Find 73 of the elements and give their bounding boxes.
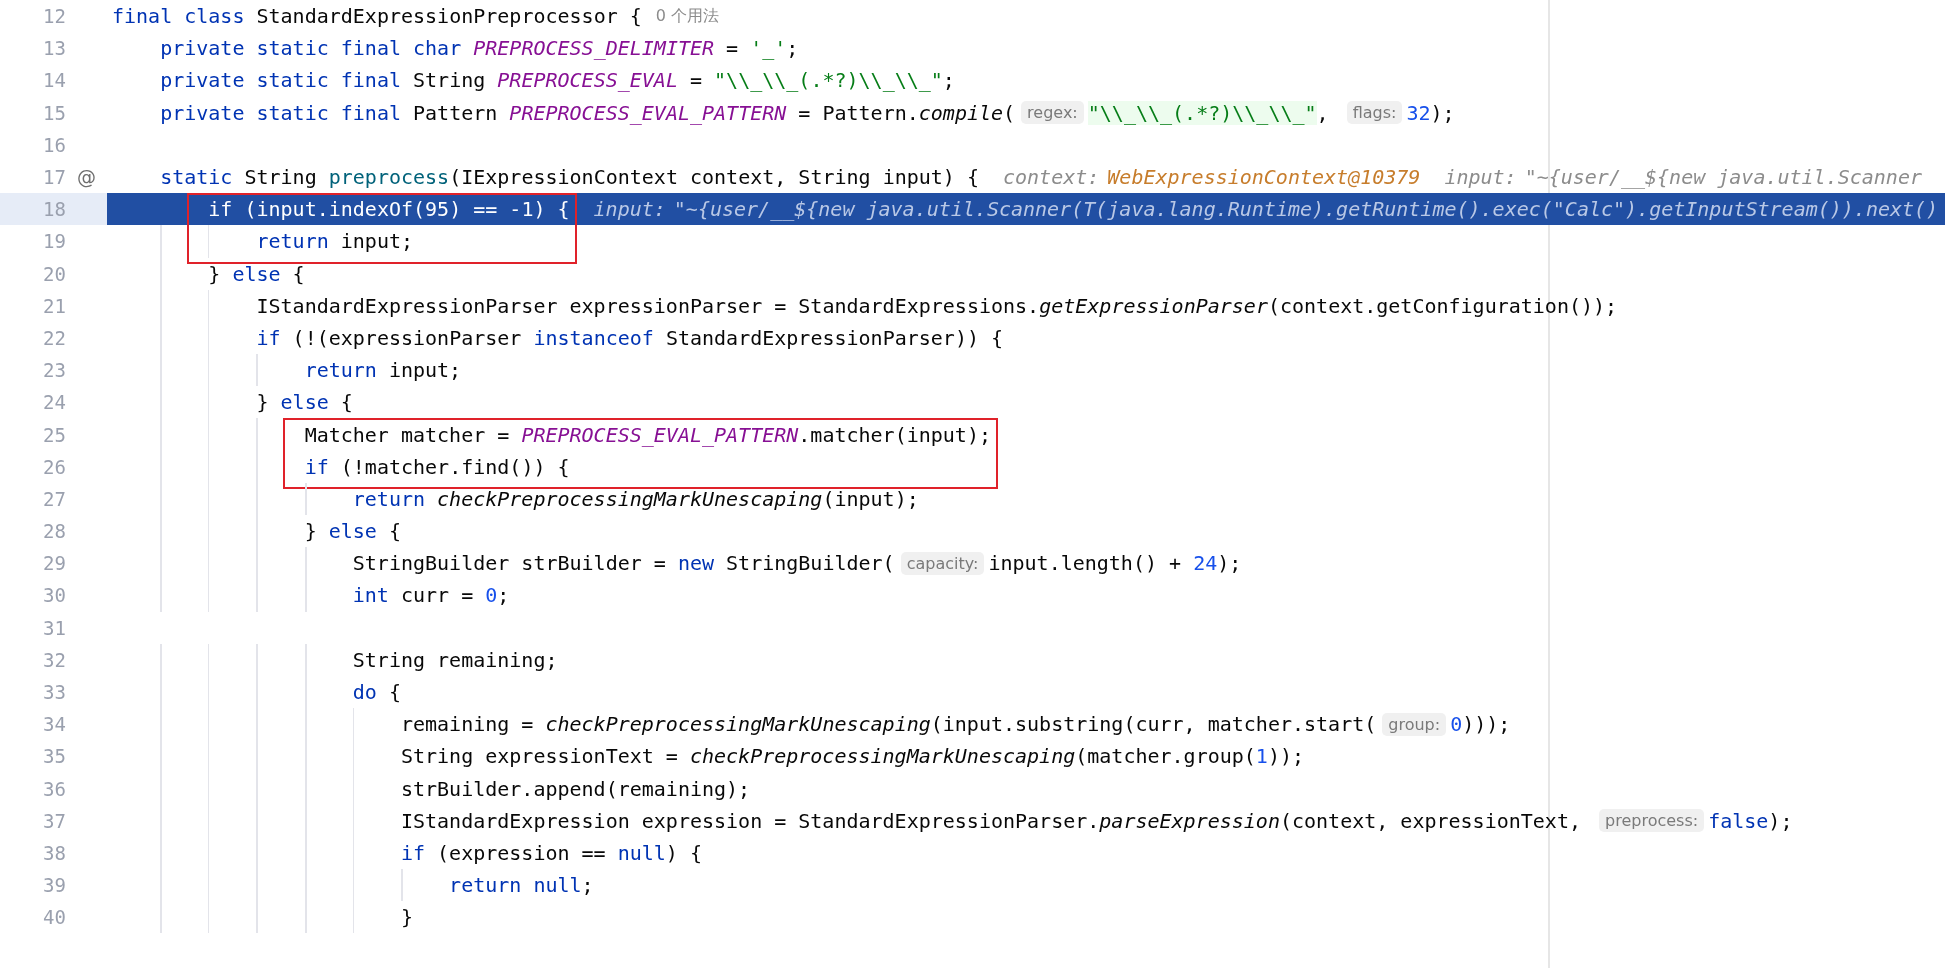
inlay-hint: capacity: [900,551,985,575]
line-number: 13 [42,37,66,60]
line-number: 20 [42,262,66,285]
code-text: if (input.indexOf(95) == -1) { [208,197,570,222]
code-text: } [400,905,413,930]
code-text: private static final String PREPROCESS_EVAL = "\\_\\_(.*?)\\_\\_"; [160,68,955,93]
line-number: 12 [42,5,66,28]
inlay-hint: group: [1382,712,1447,736]
code-text: if (!(expressionParser instanceof StandardExpressionParser)) { [256,325,1004,350]
line-number: 24 [42,391,66,414]
code-text: final class StandardExpressionPreprocessor { [112,4,642,29]
inlay-hint: regex: [1021,101,1084,125]
inlay-hint: flags: [1346,101,1403,125]
code-text: private static final char PREPROCESS_DELIMITER = '_'; [160,36,799,61]
line-number: 14 [42,69,66,92]
debug-label: input: [593,197,666,222]
code-text: private static final Pattern PREPROCESS_EVAL_PATTERN = Pattern.compile( [160,100,1016,125]
debug-value: WebExpressionContext@10379 [1107,165,1421,190]
debug-label: context: [1002,165,1100,190]
debug-label: input: [1444,165,1517,190]
line-number: 25 [42,423,66,446]
line-number: 35 [42,745,66,768]
code-text: return checkPreprocessingMarkUnescaping(input); [352,486,919,511]
line-number: 29 [42,552,66,575]
code-text: static String preprocess(IExpressionContext context, String input) { [160,165,979,190]
line-number: 19 [42,230,66,253]
line-number: 31 [42,616,66,639]
usage-count: 0 个用法 [655,5,720,27]
code-text: if (expression == null) { [400,840,702,865]
code-text: int curr = 0; [352,583,510,608]
line-number: 17 [42,166,66,189]
code-text: strBuilder.append(remaining); [400,776,751,801]
line-number: 39 [42,874,66,897]
code-text: } else { [256,390,353,415]
line-number: 37 [42,809,66,832]
code-text: } else { [208,261,305,286]
line-number: 38 [42,841,66,864]
debug-value: "~{user/__${new java.util.Scanner [1524,165,1922,190]
line-number: 22 [42,326,66,349]
code-text: input.length() + 24); [988,551,1242,576]
line-number: 15 [42,101,66,124]
code-text: remaining = checkPreprocessingMarkUnescaping(input.substring(curr, matcher.start( [400,712,1377,737]
code-text: StringBuilder strBuilder = new StringBuilder( [352,551,895,576]
inlay-hint: preprocess: [1599,809,1705,833]
debug-value: "~{user/__${new java.util.Scanner(T(java.lang.Runtime).getRuntime().exec("Calc").getInputStream()).next() [673,197,1939,222]
line-number: 28 [42,520,66,543]
code-text: return input; [256,229,413,254]
code-text: return null; [449,873,594,898]
code-text: Matcher matcher = PREPROCESS_EVAL_PATTERN.matcher(input); [304,422,991,447]
code-text: return input; [304,358,462,383]
code-text: IStandardExpressionParser expressionParser = StandardExpressions.getExpressionParser(context.getConfiguration()); [256,293,1618,318]
code-text: IStandardExpression expression = StandardExpressionParser.parseExpression(context, expressionText, [400,808,1582,833]
line-number: 40 [42,906,66,929]
code-text: 0))); [1450,712,1511,737]
code-text: String remaining; [352,647,558,672]
code-text: false); [1708,808,1793,833]
line-number: 21 [42,294,66,317]
code-text: } else { [304,519,401,544]
code-text: do { [352,680,401,705]
line-number: 16 [42,133,66,156]
line-number: 18 [42,198,66,221]
line-number: 36 [42,777,66,800]
code-text: if (!matcher.find()) { [304,454,570,479]
line-number: 30 [42,584,66,607]
line-number: 34 [42,713,66,736]
code-text: 32); [1406,100,1455,125]
code-text: String expressionText = checkPreprocessingMarkUnescaping(matcher.group(1)); [400,744,1305,769]
line-number: 33 [42,681,66,704]
line-number: 32 [42,648,66,671]
at-sign-icon[interactable]: @ [77,167,96,187]
line-number: 23 [42,359,66,382]
line-number: 27 [42,487,66,510]
line-number: 26 [42,455,66,478]
